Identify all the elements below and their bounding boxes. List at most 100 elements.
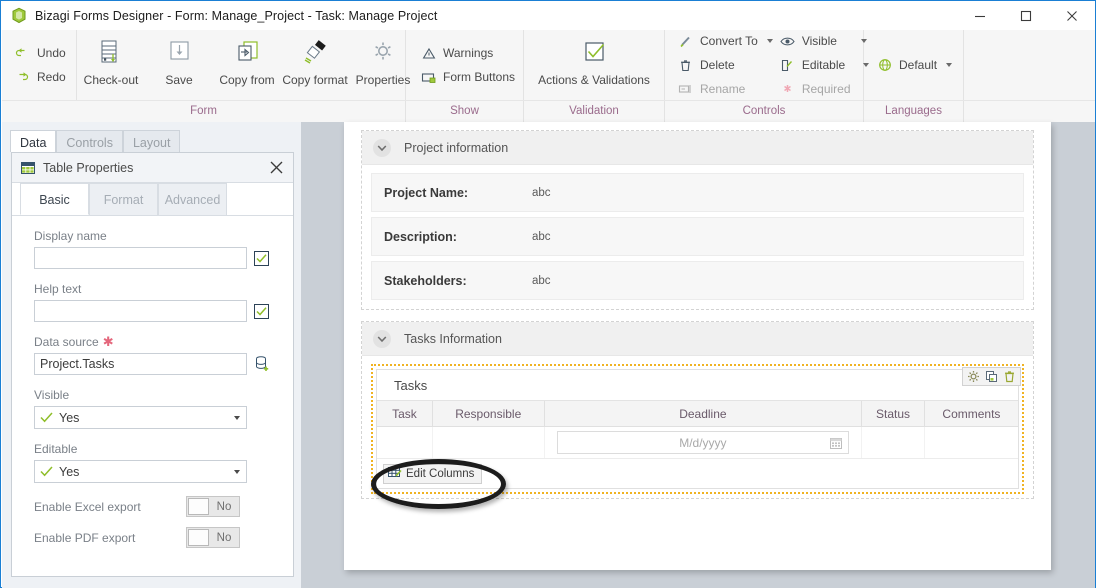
check-out-button[interactable]: Check-out [77, 30, 145, 87]
section-header[interactable]: Tasks Information [362, 322, 1033, 356]
toggle-knob [188, 498, 209, 515]
default-language-button[interactable]: Default [876, 56, 963, 75]
eye-icon [779, 33, 796, 49]
delete-trash-icon [677, 57, 694, 73]
ribbon-label-validation: Validation [524, 101, 665, 122]
help-text-input[interactable] [34, 300, 247, 322]
field-value: abc [532, 274, 551, 287]
inner-tab-advanced[interactable]: Advanced [158, 183, 227, 215]
tasks-table: Tasks Task Responsible Deadline Status C… [376, 369, 1019, 489]
ribbon-group-languages: Default [864, 30, 964, 100]
field-row-description[interactable]: Description: abc [371, 217, 1024, 256]
save-button[interactable]: Save [145, 30, 213, 87]
redo-button[interactable]: Redo [14, 68, 76, 87]
data-source-label: Data source ✱ [34, 335, 279, 349]
properties-inner-tabs: Basic Format Advanced [12, 183, 293, 216]
default-language-label: Default [899, 58, 938, 72]
save-label: Save [165, 73, 193, 87]
edit-columns-icon [388, 466, 402, 482]
form-buttons-button[interactable]: Form Buttons [420, 68, 523, 87]
help-text-checkbox[interactable] [254, 303, 269, 319]
cell-status[interactable] [862, 427, 925, 458]
table-footer: Edit Columns [377, 459, 1018, 488]
warnings-button[interactable]: Warnings [420, 44, 523, 63]
tab-controls[interactable]: Controls [56, 130, 123, 152]
field-row-stakeholders[interactable]: Stakeholders: abc [371, 261, 1024, 300]
convert-to-button[interactable]: Convert To [677, 32, 773, 51]
chevron-down-icon[interactable] [373, 329, 391, 348]
display-name-input[interactable] [34, 247, 247, 269]
redo-icon [14, 69, 31, 85]
duplicate-icon[interactable] [984, 369, 999, 384]
copy-format-button[interactable]: Copy format [281, 30, 349, 87]
globe-icon [876, 57, 893, 73]
data-source-input[interactable] [34, 353, 247, 375]
ribbon-group-undo-redo: Undo Redo [2, 30, 77, 100]
help-text-row [34, 300, 279, 322]
delete-button[interactable]: Delete [677, 56, 773, 75]
display-name-checkbox[interactable] [254, 250, 269, 266]
field-label: Stakeholders: [384, 273, 467, 288]
section-body: Project Name: abc Description: abc Stake… [362, 165, 1033, 309]
inner-tab-format[interactable]: Format [89, 183, 158, 215]
pdf-export-toggle[interactable]: No [186, 527, 240, 548]
display-name-row [34, 247, 279, 269]
check-icon [40, 466, 53, 477]
ribbon-label-controls: Controls [665, 101, 864, 122]
form-content: Project information Project Name: abc De… [361, 130, 1034, 560]
checkmark-box-icon [577, 36, 611, 72]
check-icon [40, 412, 53, 423]
database-add-icon[interactable] [254, 356, 270, 373]
column-header-comments[interactable]: Comments [925, 401, 1018, 426]
undo-button[interactable]: Undo [14, 44, 76, 63]
required-button[interactable]: Required [779, 80, 869, 99]
panel-tabs: Data Controls Layout [10, 130, 181, 152]
visible-select[interactable]: Yes [34, 406, 247, 429]
cell-responsible[interactable] [433, 427, 545, 458]
chevron-down-icon [234, 415, 240, 420]
rename-button[interactable]: Rename [677, 80, 773, 99]
required-label: Required [801, 82, 851, 96]
deadline-date-input[interactable]: M/d/yyyy [556, 431, 849, 454]
tab-data[interactable]: Data [10, 130, 57, 152]
tab-layout[interactable]: Layout [122, 130, 181, 152]
maximize-icon[interactable] [1003, 1, 1049, 30]
tasks-table-container[interactable]: Tasks Task Responsible Deadline Status C… [371, 364, 1024, 494]
section-header[interactable]: Project information [362, 131, 1033, 165]
edit-columns-button[interactable]: Edit Columns [383, 463, 483, 484]
required-asterisk-icon: ✱ [102, 334, 114, 349]
properties-gear-icon [368, 36, 398, 72]
column-header-task[interactable]: Task [377, 401, 433, 426]
undo-icon [14, 45, 31, 61]
minimize-icon[interactable] [957, 1, 1003, 30]
visible-button[interactable]: Visible [779, 32, 869, 51]
display-name-label: Display name [34, 229, 107, 243]
actions-validations-button[interactable]: Actions & Validations [531, 30, 657, 87]
chevron-down-icon[interactable] [373, 138, 391, 157]
cell-deadline[interactable]: M/d/yyyy [545, 427, 863, 458]
column-header-status[interactable]: Status [862, 401, 925, 426]
convert-to-label: Convert To [700, 34, 758, 48]
copy-from-button[interactable]: Copy from [213, 30, 281, 87]
gear-icon[interactable] [966, 369, 981, 384]
ribbon-group-form: Check-out Save Copy from Copy format Pro… [77, 30, 410, 100]
cell-comments[interactable] [925, 427, 1018, 458]
ribbon-label-show: Show [406, 101, 524, 122]
field-row-project-name[interactable]: Project Name: abc [371, 173, 1024, 212]
editable-button[interactable]: Editable [779, 56, 870, 75]
close-icon[interactable] [267, 158, 286, 177]
pdf-export-value: No [216, 531, 232, 544]
calendar-icon[interactable] [829, 437, 842, 449]
section-body: Tasks Task Responsible Deadline Status C… [362, 356, 1033, 503]
editable-select[interactable]: Yes [34, 460, 247, 483]
required-asterisk-icon [779, 81, 796, 97]
trash-icon[interactable] [1002, 369, 1017, 384]
cell-task[interactable] [377, 427, 433, 458]
column-header-deadline[interactable]: Deadline [545, 401, 863, 426]
excel-export-toggle[interactable]: No [186, 496, 240, 517]
close-icon[interactable] [1049, 1, 1095, 30]
inner-tab-basic[interactable]: Basic [20, 183, 89, 215]
warnings-label: Warnings [443, 46, 494, 60]
column-header-responsible[interactable]: Responsible [433, 401, 545, 426]
deadline-placeholder: M/d/yyyy [679, 435, 727, 450]
